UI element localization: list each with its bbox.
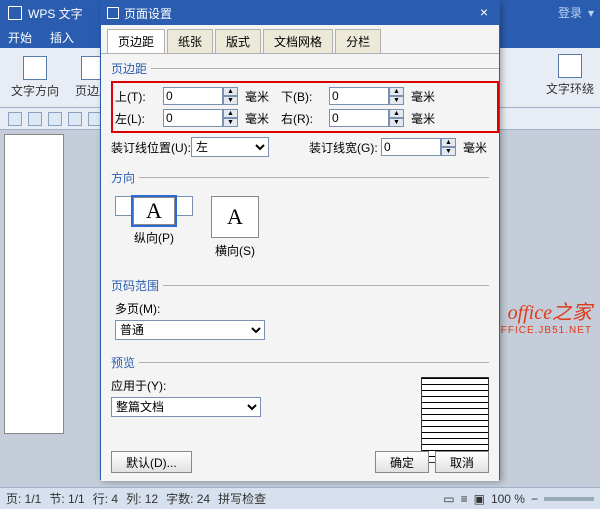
top-right-controls: 登录 ▾ xyxy=(558,4,594,21)
ribbon-right: 文字环绕 xyxy=(546,50,594,100)
margin-left-label: 左(L): xyxy=(115,110,163,127)
up-icon[interactable]: ▲ xyxy=(223,87,238,96)
gutter-width-spinner[interactable]: ▲▼ xyxy=(381,138,459,156)
text-wrap-icon xyxy=(558,54,582,78)
gutter-width-input[interactable] xyxy=(381,138,441,156)
orientation-section: 方向 A 纵向(P) A 横向(S) xyxy=(111,169,489,273)
gutter-row: 装订线位置(U): 左 装订线宽(G): ▲▼ 毫米 xyxy=(111,137,499,157)
text-direction-button[interactable]: 文字方向 xyxy=(10,53,60,103)
margin-right-input[interactable] xyxy=(329,109,389,127)
watermark: office之家 OFFICE.JB51.NET xyxy=(492,296,592,336)
wps-icon xyxy=(8,6,22,20)
up-icon[interactable]: ▲ xyxy=(223,109,238,118)
unit-label: 毫米 xyxy=(409,110,447,127)
status-spellcheck[interactable]: 拼写检查 xyxy=(218,490,266,507)
margin-right-label: 右(R): xyxy=(281,110,329,127)
unit-label: 毫米 xyxy=(409,88,447,105)
margins-section: 页边距 上(T): ▲▼ 毫米 下(B): ▲▼ 毫米 左(L): ▲▼ 毫米 … xyxy=(111,60,499,165)
watermark-url: OFFICE.JB51.NET xyxy=(492,325,592,336)
status-line: 行: 4 xyxy=(93,490,118,507)
gutter-pos-select[interactable]: 左 xyxy=(191,137,269,157)
portrait-icon: A xyxy=(133,197,175,225)
login-link[interactable]: 登录 xyxy=(558,4,582,21)
qat-icon[interactable] xyxy=(28,112,42,126)
apply-to-select[interactable]: 整篇文档 xyxy=(111,397,261,417)
down-icon[interactable]: ▼ xyxy=(389,96,404,105)
margin-top-input[interactable] xyxy=(163,87,223,105)
view-icon[interactable]: ▭ xyxy=(443,492,454,506)
unit-label: 毫米 xyxy=(243,110,281,127)
unit-label: 毫米 xyxy=(461,139,499,156)
ok-button[interactable]: 确定 xyxy=(375,451,429,473)
menu-start[interactable]: 开始 xyxy=(8,29,32,46)
down-icon[interactable]: ▼ xyxy=(223,118,238,127)
down-icon[interactable]: ▼ xyxy=(389,118,404,127)
margin-right-spinner[interactable]: ▲▼ xyxy=(329,109,407,127)
margin-bottom-label: 下(B): xyxy=(281,88,329,105)
range-legend: 页码范围 xyxy=(111,277,163,294)
margin-bottom-spinner[interactable]: ▲▼ xyxy=(329,87,407,105)
status-words: 字数: 24 xyxy=(166,490,210,507)
status-section: 节: 1/1 xyxy=(49,490,84,507)
margin-left-spinner[interactable]: ▲▼ xyxy=(163,109,241,127)
zoom-slider[interactable] xyxy=(544,497,594,501)
text-direction-icon xyxy=(23,56,47,80)
margins-highlight-box: 上(T): ▲▼ 毫米 下(B): ▲▼ 毫米 左(L): ▲▼ 毫米 右(R)… xyxy=(111,81,499,133)
page-range-section: 页码范围 多页(M): 普通 xyxy=(111,277,489,350)
page-setup-dialog: 页面设置 × 页边距 纸张 版式 文档网格 分栏 页边距 上(T): ▲▼ 毫米… xyxy=(100,0,500,480)
up-icon[interactable]: ▲ xyxy=(389,87,404,96)
chevron-down-icon[interactable]: ▾ xyxy=(588,6,594,20)
menu-insert[interactable]: 插入 xyxy=(50,29,74,46)
zoom-controls: ▭ ≡ ▣ 100 % − xyxy=(443,492,594,506)
tab-margins[interactable]: 页边距 xyxy=(107,29,165,53)
cancel-button[interactable]: 取消 xyxy=(435,451,489,473)
dialog-body: 页边距 上(T): ▲▼ 毫米 下(B): ▲▼ 毫米 左(L): ▲▼ 毫米 … xyxy=(101,54,499,481)
tab-layout[interactable]: 版式 xyxy=(215,29,261,53)
preview-legend: 预览 xyxy=(111,354,139,371)
up-icon[interactable]: ▲ xyxy=(389,109,404,118)
zoom-out-icon[interactable]: − xyxy=(531,492,538,506)
zoom-level[interactable]: 100 % xyxy=(491,492,525,506)
gutter-width-label: 装订线宽(G): xyxy=(309,139,381,156)
close-icon[interactable]: × xyxy=(475,4,493,22)
margin-bottom-input[interactable] xyxy=(329,87,389,105)
qat-icon[interactable] xyxy=(8,112,22,126)
unit-label: 毫米 xyxy=(243,88,281,105)
status-bar: 页: 1/1 节: 1/1 行: 4 列: 12 字数: 24 拼写检查 ▭ ≡… xyxy=(0,487,600,509)
dialog-titlebar[interactable]: 页面设置 × xyxy=(101,1,499,25)
orientation-landscape[interactable]: A 横向(S) xyxy=(211,196,259,259)
text-wrap-button[interactable]: 文字环绕 xyxy=(546,50,594,100)
down-icon[interactable]: ▼ xyxy=(223,96,238,105)
margin-top-label: 上(T): xyxy=(115,88,163,105)
wps-icon xyxy=(107,7,119,19)
multipage-select[interactable]: 普通 xyxy=(115,320,265,340)
margin-top-spinner[interactable]: ▲▼ xyxy=(163,87,241,105)
view-icon[interactable]: ▣ xyxy=(474,492,485,506)
down-icon[interactable]: ▼ xyxy=(441,147,456,156)
tab-doc-grid[interactable]: 文档网格 xyxy=(263,29,333,53)
up-icon[interactable]: ▲ xyxy=(441,138,456,147)
tab-paper[interactable]: 纸张 xyxy=(167,29,213,53)
qat-icon[interactable] xyxy=(68,112,82,126)
orientation-portrait[interactable]: A 纵向(P) xyxy=(115,196,193,216)
gutter-pos-label: 装订线位置(U): xyxy=(111,139,191,156)
qat-icon[interactable] xyxy=(48,112,62,126)
default-button[interactable]: 默认(D)... xyxy=(111,451,192,473)
status-col: 列: 12 xyxy=(126,490,158,507)
dialog-footer: 默认(D)... 确定 取消 xyxy=(111,451,489,473)
margins-legend: 页边距 xyxy=(111,60,151,77)
orientation-legend: 方向 xyxy=(111,169,139,186)
status-page: 页: 1/1 xyxy=(6,490,41,507)
apply-to-label: 应用于(Y): xyxy=(111,377,261,394)
dialog-tabs: 页边距 纸张 版式 文档网格 分栏 xyxy=(101,25,499,54)
tab-columns[interactable]: 分栏 xyxy=(335,29,381,53)
view-icon[interactable]: ≡ xyxy=(461,492,468,506)
document-page xyxy=(4,134,64,434)
app-title: WPS 文字 xyxy=(28,5,83,22)
multipage-label: 多页(M): xyxy=(115,300,485,317)
landscape-icon: A xyxy=(211,196,259,238)
dialog-title: 页面设置 xyxy=(124,5,172,22)
watermark-title: office之家 xyxy=(492,296,592,325)
margin-left-input[interactable] xyxy=(163,109,223,127)
